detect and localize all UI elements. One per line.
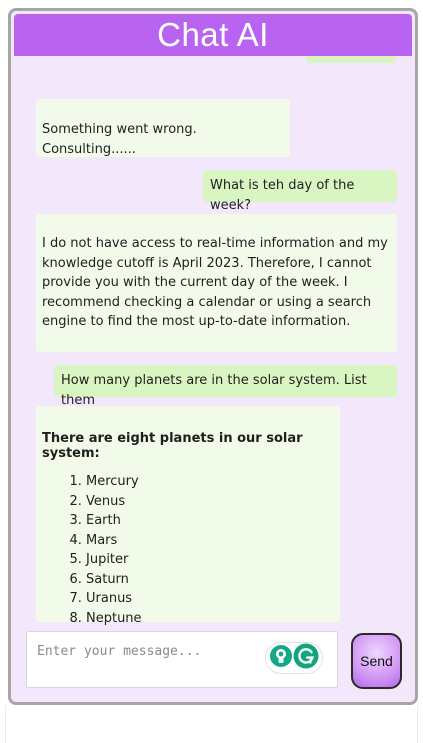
message-text: I do not have access to real-time inform… (42, 236, 388, 329)
list-item: Jupiter (86, 550, 334, 570)
app-title: Chat AI (157, 16, 269, 53)
message-list[interactable]: Something went wrong. Consulting...... W… (11, 56, 415, 631)
list-item: Mars (86, 531, 334, 551)
bot-message: Something went wrong. Consulting...... (36, 99, 290, 157)
list-item: Venus (86, 492, 334, 512)
chat-window: Chat AI Something went wrong. Consulting… (8, 8, 418, 705)
list-item: Saturn (86, 570, 334, 590)
chat-header: Chat AI (14, 14, 412, 56)
message-text: Something went wrong. Consulting...... (42, 122, 197, 157)
user-message-partial (306, 56, 396, 63)
g-logo-icon[interactable] (293, 643, 319, 673)
bot-message: There are eight planets in our solar sys… (36, 406, 340, 626)
list-item: Neptune (86, 609, 334, 629)
message-text: How many planets are in the solar system… (61, 373, 367, 408)
page-bottom-area (5, 705, 418, 743)
list-item: Mercury (86, 472, 334, 492)
user-message: How many planets are in the solar system… (54, 365, 397, 408)
message-text: What is teh day of the week? (210, 178, 355, 213)
list-item: Earth (86, 511, 334, 531)
send-button[interactable]: Send (351, 633, 402, 689)
message-composer (26, 631, 338, 688)
user-message: What is teh day of the week? (203, 170, 397, 213)
grammar-widget[interactable] (265, 642, 323, 674)
message-heading: There are eight planets in our solar sys… (42, 431, 303, 461)
lightbulb-icon[interactable] (269, 644, 293, 672)
list-item: Uranus (86, 589, 334, 609)
bot-message: I do not have access to real-time inform… (36, 214, 397, 352)
planet-list: Mercury Venus Earth Mars Jupiter Saturn … (42, 472, 334, 628)
